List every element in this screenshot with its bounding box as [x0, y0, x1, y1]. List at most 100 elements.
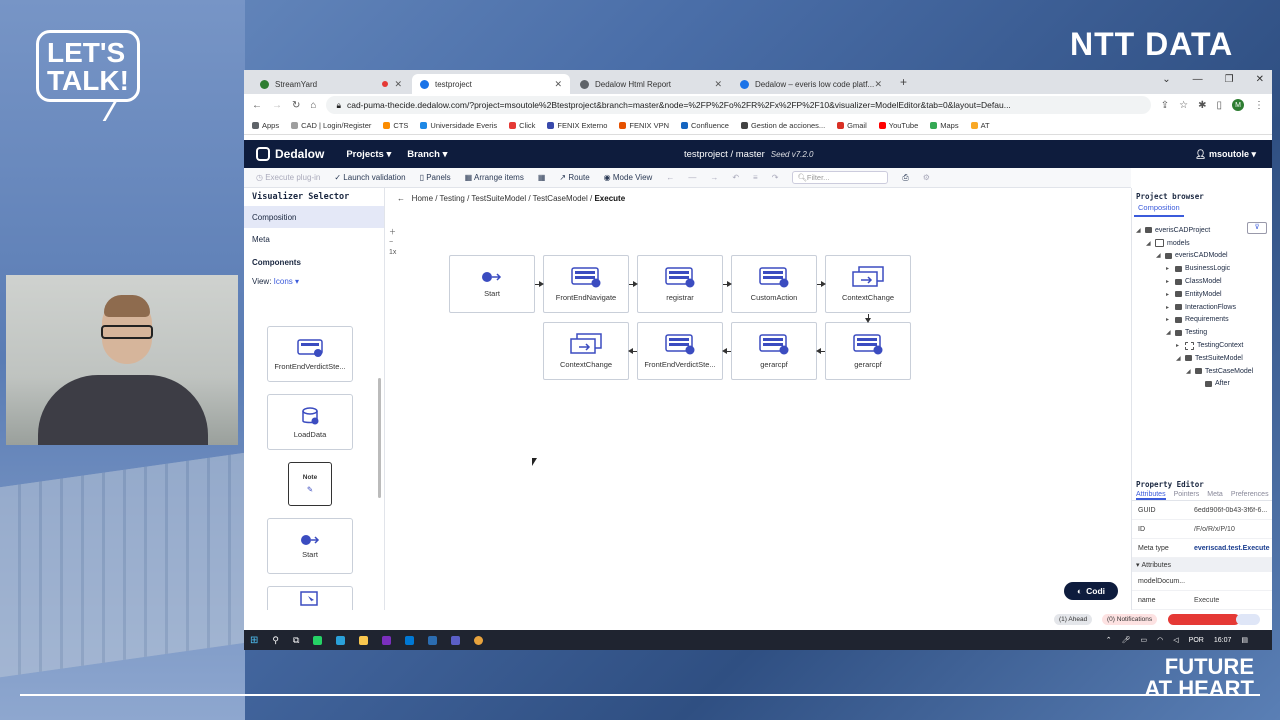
- grid-icon[interactable]: ▦: [538, 173, 546, 182]
- mode-view-button[interactable]: ◉ Mode View: [604, 173, 653, 182]
- branch-menu[interactable]: Branch ▾: [407, 149, 447, 160]
- bookmark-item[interactable]: Apps: [252, 121, 279, 130]
- minus-icon[interactable]: —: [688, 173, 696, 182]
- node-contextchange-1[interactable]: ContextChange: [825, 255, 911, 313]
- menu-icon[interactable]: ⋮: [1254, 100, 1264, 111]
- bookmark-item[interactable]: Click: [509, 121, 535, 130]
- component-start[interactable]: Start: [267, 518, 353, 574]
- url-field[interactable]: 🔒︎ cad-puma-thecide.dedalow.com/?project…: [326, 96, 1151, 114]
- bookmark-item[interactable]: Gmail: [837, 121, 867, 130]
- windows-start-icon[interactable]: ⊞: [250, 635, 258, 646]
- telegram-icon[interactable]: [336, 635, 346, 645]
- node-registrar[interactable]: registrar: [637, 255, 723, 313]
- share-icon[interactable]: ⇪: [1161, 100, 1169, 111]
- tree-item[interactable]: ◢ TestCaseModel: [1132, 365, 1268, 378]
- zoom-in-icon[interactable]: ＋: [389, 228, 396, 238]
- component-partial[interactable]: [267, 586, 353, 610]
- profile-avatar[interactable]: M: [1232, 99, 1244, 111]
- connection-error-badge[interactable]: Disconnected: [1168, 614, 1240, 625]
- search-icon[interactable]: ⚲: [272, 635, 279, 646]
- forward-icon[interactable]: →: [272, 100, 282, 111]
- attributes-section[interactable]: ▾ Attributes: [1132, 558, 1272, 572]
- bookmark-item[interactable]: AT: [970, 121, 990, 130]
- tree-item[interactable]: ▸ InteractionFlows: [1132, 301, 1268, 314]
- whatsapp-icon[interactable]: [313, 635, 323, 645]
- expand-icon[interactable]: ◢: [1156, 252, 1162, 259]
- property-row[interactable]: modelDocum...: [1132, 572, 1272, 591]
- codi-button[interactable]: ◐ Codi: [1064, 582, 1118, 600]
- new-tab-button[interactable]: +: [892, 75, 915, 89]
- chevron-up-icon[interactable]: ⌃: [1106, 636, 1112, 644]
- chat-icon[interactable]: [1236, 614, 1260, 625]
- tree-item[interactable]: ◢ everisCADModel: [1132, 250, 1268, 263]
- tab-attributes[interactable]: Attributes: [1136, 491, 1166, 500]
- tree-item[interactable]: ▸ ClassModel: [1132, 275, 1268, 288]
- bookmark-item[interactable]: FENIX Externo: [547, 121, 607, 130]
- panels-button[interactable]: ▯ Panels: [420, 173, 451, 182]
- bookmark-item[interactable]: CTS: [383, 121, 408, 130]
- bookmark-item[interactable]: Universidade Everis: [420, 121, 497, 130]
- expand-icon[interactable]: ▸: [1166, 265, 1172, 272]
- undo-icon[interactable]: ↶: [732, 173, 739, 182]
- home-icon[interactable]: ⌂: [310, 100, 316, 111]
- close-icon[interactable]: ✕: [714, 79, 722, 90]
- user-menu[interactable]: 👤︎ msoutole ▾: [1195, 149, 1256, 160]
- tab-testproject[interactable]: testproject ✕: [412, 74, 570, 94]
- close-icon[interactable]: ✕: [394, 79, 402, 90]
- print-icon[interactable]: ⎙: [902, 173, 908, 183]
- dedalow-logo[interactable]: Dedalow: [256, 147, 324, 161]
- arrange-items-button[interactable]: ▦ Arrange items: [465, 173, 524, 182]
- network-icon[interactable]: ▭: [1141, 636, 1148, 644]
- projects-menu[interactable]: Projects ▾: [346, 149, 391, 160]
- close-icon[interactable]: ✕: [874, 79, 882, 90]
- tab-dedalow-platform[interactable]: Dedalow – everis low code platf... ✕: [732, 74, 890, 94]
- zoom-level[interactable]: 1x: [389, 248, 396, 258]
- property-row[interactable]: name Execute: [1132, 591, 1272, 610]
- star-icon[interactable]: ☆: [1179, 100, 1188, 111]
- tree-item[interactable]: ◢ everisCADProject: [1132, 224, 1268, 237]
- minimize-icon[interactable]: —: [1193, 74, 1203, 85]
- node-frontendverdict[interactable]: FrontEndVerdictSte...: [637, 322, 723, 380]
- wifi-icon[interactable]: ◠: [1157, 636, 1163, 644]
- node-frontendnavigate[interactable]: FrontEndNavigate: [543, 255, 629, 313]
- expand-icon[interactable]: ▸: [1166, 304, 1172, 311]
- launch-validation-button[interactable]: ✓ Launch validation: [334, 173, 405, 182]
- bookmark-item[interactable]: Maps: [930, 121, 959, 130]
- chrome-icon[interactable]: [474, 635, 484, 645]
- reload-icon[interactable]: ↻: [292, 100, 300, 111]
- language-indicator[interactable]: POR: [1189, 637, 1204, 644]
- task-view-icon[interactable]: ⧉: [293, 635, 299, 646]
- expand-icon[interactable]: ▸: [1166, 278, 1172, 285]
- node-contextchange-2[interactable]: ContextChange: [543, 322, 629, 380]
- component-loaddata[interactable]: LoadData: [267, 394, 353, 450]
- tree-item[interactable]: ▸ BusinessLogic: [1132, 262, 1268, 275]
- expand-icon[interactable]: ▸: [1166, 291, 1172, 298]
- node-gerarcpf-2[interactable]: gerarcpf: [825, 322, 911, 380]
- execute-plugin-button[interactable]: ◷ Execute plug-in: [256, 173, 320, 182]
- expand-icon[interactable]: ▸: [1166, 316, 1172, 323]
- view-value[interactable]: Icons ▾: [274, 277, 299, 286]
- filter-input[interactable]: 🔍︎ Filter...: [792, 171, 889, 184]
- close-window-icon[interactable]: ✕: [1256, 74, 1264, 85]
- node-start[interactable]: Start: [449, 255, 535, 313]
- expand-icon[interactable]: ▸: [1176, 342, 1182, 349]
- node-customaction[interactable]: CustomAction: [731, 255, 817, 313]
- tab-streamyard[interactable]: StreamYard ✕: [252, 74, 410, 94]
- volume-icon[interactable]: ◁: [1173, 636, 1178, 644]
- bookmark-item[interactable]: Gestion de acciones...: [740, 121, 825, 130]
- tree-item[interactable]: After: [1132, 378, 1268, 391]
- bookmark-item[interactable]: Confluence: [681, 121, 729, 130]
- maximize-icon[interactable]: ❐: [1225, 74, 1234, 85]
- expand-icon[interactable]: ◢: [1176, 355, 1182, 362]
- sidepanel-icon[interactable]: ▯: [1216, 100, 1222, 111]
- tab-search-icon[interactable]: ⌄: [1162, 74, 1170, 85]
- onenote-icon[interactable]: [382, 635, 392, 645]
- tree-item[interactable]: ◢ Testing: [1132, 326, 1268, 339]
- arrow-left-icon[interactable]: ←: [666, 173, 674, 182]
- notifications-badge[interactable]: (0) Notifications: [1102, 614, 1158, 625]
- zoom-out-icon[interactable]: −: [389, 238, 396, 248]
- bookmark-item[interactable]: CAD | Login/Register: [291, 121, 371, 130]
- tab-preferences[interactable]: Preferences: [1231, 491, 1269, 500]
- ahead-badge[interactable]: (1) Ahead: [1054, 614, 1093, 625]
- bookmark-item[interactable]: YouTube: [878, 121, 918, 130]
